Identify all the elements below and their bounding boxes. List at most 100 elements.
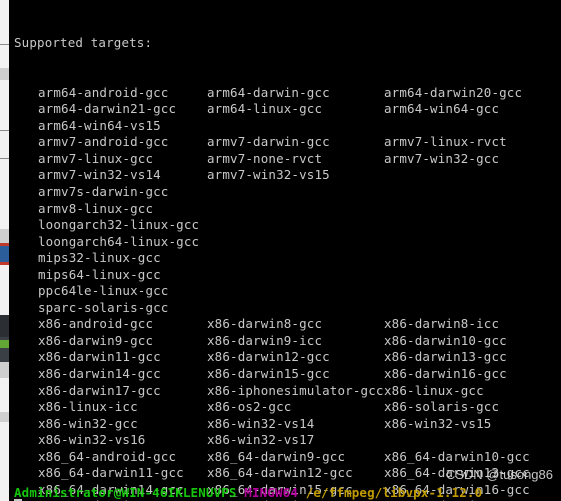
row-indent <box>14 399 38 416</box>
row-indent <box>14 383 38 400</box>
target-row: armv8-linux-gcc <box>14 201 561 218</box>
row-indent <box>14 151 38 168</box>
row-indent <box>14 366 38 383</box>
row-indent <box>14 316 38 333</box>
sliver-segment <box>0 340 9 348</box>
target-name: x86-darwin9-gcc <box>38 332 154 348</box>
target-row: arm64-win64-vs15 <box>14 118 561 135</box>
target-name: x86-darwin12-gcc <box>207 349 330 365</box>
row-indent <box>14 349 38 366</box>
sliver-segment <box>0 45 9 68</box>
row-indent <box>14 85 38 102</box>
target-name: x86-darwin15-gcc <box>207 366 330 382</box>
sliver-segment <box>0 68 9 80</box>
target-name: x86_64-darwin11-gcc <box>38 465 184 481</box>
target-name: armv7-android-gcc <box>38 134 169 150</box>
background-window-sliver <box>0 0 9 501</box>
target-name: armv7-win32-vs14 <box>38 167 161 183</box>
sliver-segment <box>0 131 9 158</box>
target-row: x86-darwin14-gcc x86-darwin15-gcc x86-darw… <box>14 366 561 383</box>
prompt-user-host: Administrator@WIN-46IKLENUVPS <box>14 485 237 500</box>
shell-prompt: Administrator@WIN-46IKLENUVPS MINGW64 /e… <box>14 485 482 500</box>
sliver-segment <box>0 348 9 362</box>
target-row: x86-darwin17-gcc x86-iphonesimulator-gccx… <box>14 383 561 400</box>
row-indent <box>14 134 38 151</box>
target-name: mips32-linux-gcc <box>38 250 161 266</box>
target-row: armv7-win32-vs14 armv7-win32-vs15 <box>14 167 561 184</box>
row-indent <box>14 234 38 251</box>
prompt-working-directory: /e/ffmpeg/libvpx-1.12.0 <box>305 485 483 500</box>
row-indent <box>14 432 38 449</box>
target-name: x86-solaris-gcc <box>384 399 500 415</box>
target-name: x86-linux-icc <box>38 399 138 415</box>
target-row: armv7-android-gcc armv7-darwin-gcc armv7-l… <box>14 134 561 151</box>
target-row: armv7s-darwin-gcc <box>14 184 561 201</box>
row-indent <box>14 267 38 284</box>
sliver-segment <box>0 315 9 337</box>
target-row: arm64-android-gcc arm64-darwin-gcc arm64-d… <box>14 85 561 102</box>
target-name: ppc64le-linux-gcc <box>38 283 169 299</box>
target-row: x86-win32-vs16 x86-win32-vs17 <box>14 432 561 449</box>
target-name: loongarch64-linux-gcc <box>38 233 200 249</box>
target-row: x86-darwin11-gcc x86-darwin12-gcc x86-darw… <box>14 349 561 366</box>
target-name: x86-win32-gcc <box>38 415 138 431</box>
target-name: arm64-darwin-gcc <box>207 84 330 100</box>
prompt-separator-2 <box>298 485 306 500</box>
target-name: x86-linux-gcc <box>384 382 484 398</box>
target-row: arm64-darwin21-gcc arm64-linux-gcc arm64-w… <box>14 101 561 118</box>
prompt-shell-name: MINGW64 <box>244 485 299 500</box>
target-name: arm64-darwin21-gcc <box>38 101 177 117</box>
target-name: armv7s-darwin-gcc <box>38 184 169 200</box>
target-name: sparc-solaris-gcc <box>38 299 169 315</box>
row-indent <box>14 250 38 267</box>
target-row: mips32-linux-gcc <box>14 250 561 267</box>
target-name: arm64-darwin20-gcc <box>384 84 523 100</box>
target-row: ppc64le-linux-gcc <box>14 283 561 300</box>
row-indent <box>14 449 38 466</box>
target-name: arm64-linux-gcc <box>207 101 323 117</box>
target-name: x86-win32-vs14 <box>207 415 315 431</box>
row-indent <box>14 184 38 201</box>
sliver-segment <box>0 159 9 229</box>
sliver-segment <box>0 0 9 44</box>
target-name: x86-darwin16-gcc <box>384 366 507 382</box>
target-name: x86-darwin8-icc <box>384 316 500 332</box>
row-indent <box>14 283 38 300</box>
sliver-segment <box>0 229 9 243</box>
row-indent <box>14 465 38 482</box>
target-name: x86-darwin9-icc <box>207 332 323 348</box>
row-indent <box>14 416 38 433</box>
row-indent <box>14 300 38 317</box>
target-name: x86-darwin8-gcc <box>207 316 323 332</box>
target-name: x86-iphonesimulator-gcc <box>207 382 384 398</box>
target-name: x86-darwin11-gcc <box>38 349 161 365</box>
target-row: x86_64-android-gcc x86_64-darwin9-gcc x86_… <box>14 449 561 466</box>
target-name: x86_64-darwin9-gcc <box>207 448 346 464</box>
csdn-watermark: CSDN @tusong86 <box>445 467 553 482</box>
target-row: x86-linux-icc x86-os2-gcc x86-solaris-gcc <box>14 399 561 416</box>
target-name: loongarch32-linux-gcc <box>38 217 200 233</box>
row-indent <box>14 118 38 135</box>
target-name: armv7-none-rvct <box>207 150 323 166</box>
supported-targets-header: Supported targets: <box>14 35 153 51</box>
sliver-segment <box>0 265 9 315</box>
target-name: x86-win32-vs15 <box>384 415 492 431</box>
row-indent <box>14 333 38 350</box>
sliver-segment <box>0 422 9 501</box>
sliver-segment <box>0 412 9 422</box>
target-name: x86-os2-gcc <box>207 399 292 415</box>
target-name: x86-android-gcc <box>38 316 154 332</box>
target-name: arm64-android-gcc <box>38 84 169 100</box>
target-row: loongarch64-linux-gcc <box>14 234 561 251</box>
target-name: x86_64-darwin12-gcc <box>207 465 353 481</box>
output-header-line: Supported targets: <box>14 35 561 52</box>
target-row: x86-darwin9-gcc x86-darwin9-icc x86-darwin… <box>14 333 561 350</box>
target-name: mips64-linux-gcc <box>38 266 161 282</box>
target-row: mips64-linux-gcc <box>14 267 561 284</box>
target-row: armv7-linux-gcc armv7-none-rvct armv7-win3… <box>14 151 561 168</box>
target-name: armv8-linux-gcc <box>38 200 154 216</box>
target-name: x86-darwin17-gcc <box>38 382 161 398</box>
target-row: x86-win32-gcc x86-win32-vs14 x86-win32-vs1… <box>14 416 561 433</box>
target-name: x86_64-android-gcc <box>38 448 177 464</box>
terminal-window[interactable]: Supported targets: arm64-android-gcc arm6… <box>0 0 561 501</box>
